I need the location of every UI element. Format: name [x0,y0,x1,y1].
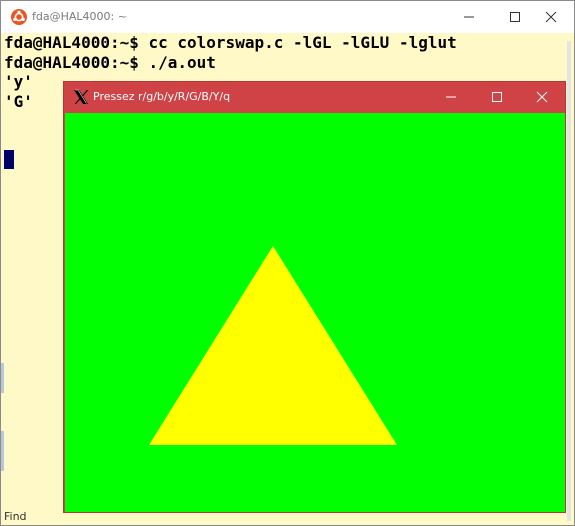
glut-window[interactable]: Pressez r/g/b/y/R/G/B/Y/q [63,81,566,513]
terminal-titlebar[interactable]: fda@HAL4000: ~ [1,1,574,33]
glut-close-button[interactable] [519,82,565,112]
x-window-system-icon [72,89,90,105]
glut-maximize-button[interactable] [474,82,520,112]
opengl-canvas[interactable] [65,113,565,512]
background-partial-text: Find [4,510,27,523]
canvas-background [65,113,565,512]
terminal-line: fda@HAL4000:~$ cc colorswap.c -lGL -lGLU… [4,33,457,52]
terminal-line: fda@HAL4000:~$ ./a.out [4,52,216,72]
terminal-close-button[interactable] [528,1,574,33]
close-icon [536,91,548,103]
maximize-icon [510,12,520,22]
glut-title: Pressez r/g/b/y/R/G/B/Y/q [93,90,231,103]
minimize-icon [446,96,456,98]
glut-minimize-button[interactable] [428,82,474,112]
background-window-edge [1,431,4,471]
background-window-edge [1,363,4,393]
ubuntu-logo-icon [11,9,27,25]
desktop: fda@HAL4000: ~ fda@HAL4000:~$ cc colorsw… [0,0,575,526]
terminal-scrollbar[interactable] [567,41,571,521]
glut-titlebar[interactable]: Pressez r/g/b/y/R/G/B/Y/q [64,82,565,112]
maximize-icon [492,92,502,102]
terminal-title: fda@HAL4000: ~ [32,10,127,23]
terminal-minimize-button[interactable] [446,1,492,33]
close-icon [545,11,557,23]
minimize-icon [464,16,474,18]
terminal-cursor [4,150,14,169]
